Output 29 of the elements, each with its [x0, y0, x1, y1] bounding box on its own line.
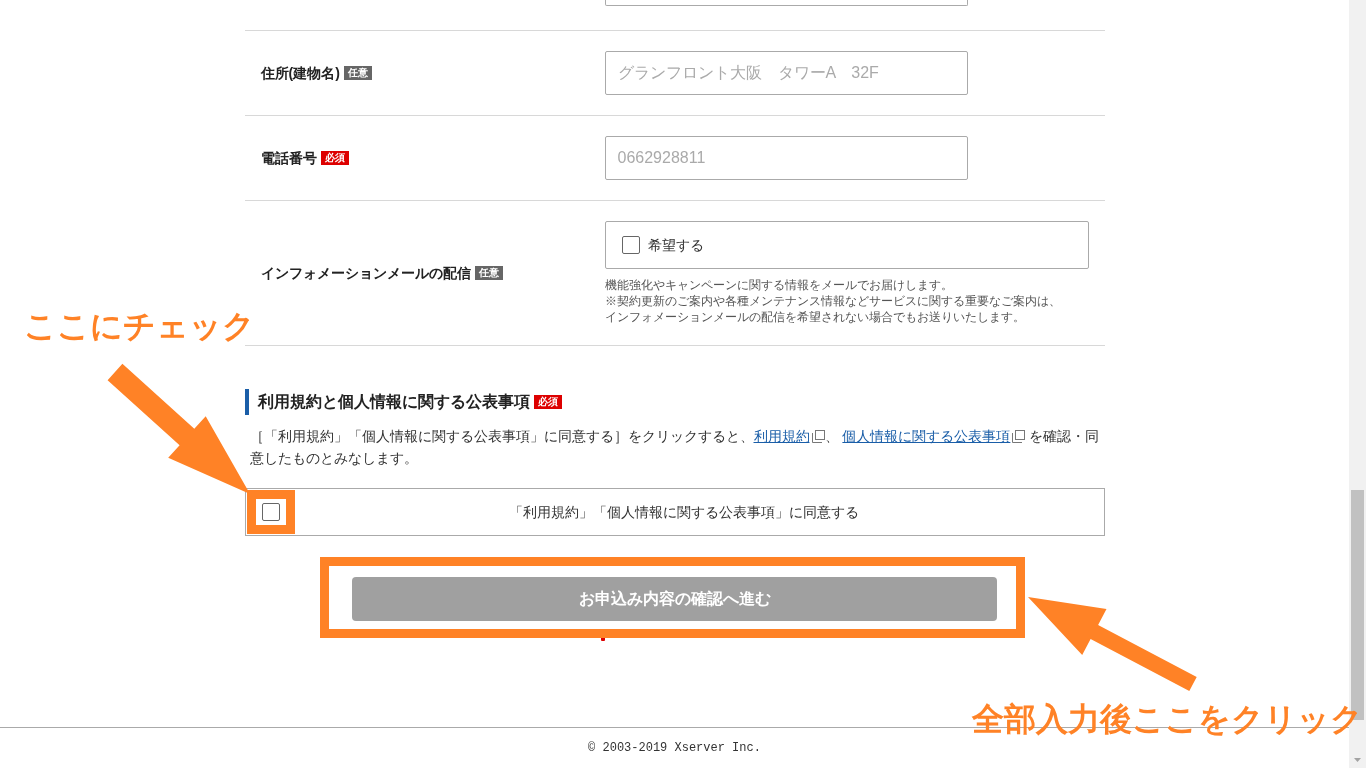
checkbox-field[interactable]: 希望する — [604, 221, 1089, 269]
badge: 必須 — [533, 395, 562, 409]
field-label: 電話番号 — [260, 148, 317, 168]
external-link-icon — [811, 429, 825, 443]
agree-checkbox-field[interactable]: 「利用規約」「個人情報に関する公表事項」に同意する — [244, 488, 1105, 536]
badge: 任意 — [343, 66, 372, 80]
badge: 任意 — [474, 266, 503, 280]
field-label: インフォメーションメールの配信 — [260, 263, 471, 283]
note-text: 機能強化やキャンペーンに関する情報をメールでお届けします。 — [604, 277, 954, 293]
section-heading: 利用規約と個人情報に関する公表事項 — [257, 392, 530, 412]
input-field[interactable] — [604, 0, 968, 6]
annotation-text: ここにチェック — [24, 310, 255, 342]
checkbox-label: 「利用規約」「個人情報に関する公表事項」に同意する — [507, 502, 860, 522]
checkbox-label: 希望する — [647, 235, 704, 255]
external-link-icon — [1012, 429, 1026, 443]
terms-link[interactable]: 利用規約 — [753, 425, 825, 447]
input-field[interactable]: グランフロント大阪 タワーA 32F — [604, 51, 968, 95]
terms-description: ［「利用規約」「個人情報に関する公表事項」に同意する］をクリックすると、利用規約 、 個人情報に関する公表事項 を確認・同意したものとみなします。 — [244, 425, 1105, 469]
badge: 必須 — [320, 151, 349, 165]
checkbox[interactable] — [621, 236, 640, 254]
checkbox-highlight — [247, 490, 295, 534]
note-text: インフォメーションメールの配信を希望されない場合でもお送りいたします。 — [604, 309, 1026, 325]
field-label: 住所(建物名) — [260, 63, 340, 83]
input-field[interactable]: 0662928811 — [604, 136, 968, 180]
terms-link[interactable]: 個人情報に関する公表事項 — [842, 425, 1026, 447]
annotation-text: 全部入力後ここをクリック — [972, 703, 1363, 735]
note-text: ※契約更新のご案内や各種メンテナンス情報などサービスに関する重要なご案内は、 — [604, 293, 1062, 309]
copyright-text: © 2003-2019 Xserver Inc. — [588, 740, 761, 757]
checkbox[interactable] — [261, 503, 280, 521]
